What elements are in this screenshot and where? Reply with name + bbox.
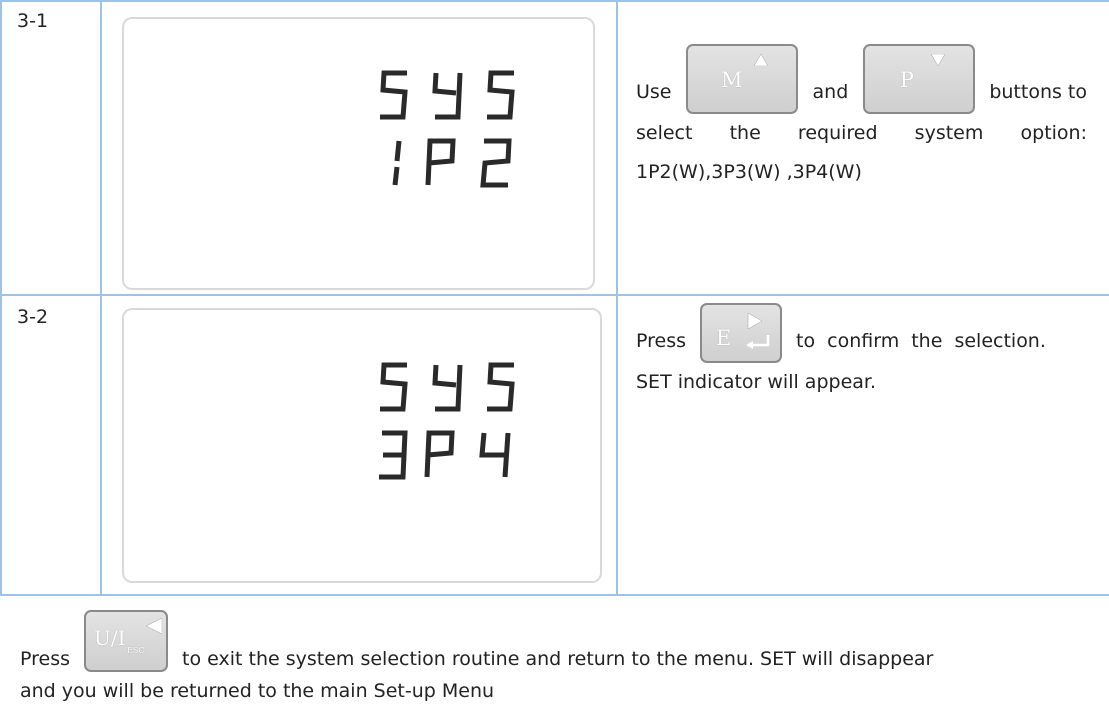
button-label-esc: ESC — [127, 646, 145, 655]
lcd-char-1-low — [392, 166, 400, 186]
button-label-p: P — [899, 68, 914, 92]
instruction-table: 3-1 Use M and P buttons to select the re… — [0, 0, 1109, 714]
lcd-char-4-right — [502, 432, 511, 478]
button-label-m: M — [721, 68, 743, 92]
lcd-char-s — [487, 70, 515, 120]
step-number: 3-2 — [17, 306, 49, 328]
lcd-char-2 — [480, 138, 512, 188]
desc-line-2: SET indicator will appear. — [636, 371, 877, 393]
desc-line-button: Press E to confirm the selection. — [636, 303, 1087, 363]
step-number: 3-1 — [17, 10, 49, 32]
up-triangle-icon — [754, 54, 769, 66]
desc-text: and — [812, 81, 849, 103]
lcd-char-y-right — [435, 364, 463, 412]
desc-text: buttons to — [989, 81, 1087, 103]
button-label-ui: U/I — [94, 626, 126, 650]
table-border-col1 — [100, 0, 102, 594]
table-border-left — [0, 0, 2, 594]
footer-text: to exit the system selection routine and… — [182, 648, 934, 670]
step-description: Use M and P buttons to select the requir… — [636, 44, 1087, 192]
desc-word: select — [636, 122, 693, 144]
lcd-char-y-right — [435, 72, 463, 120]
lcd-char-y — [432, 364, 457, 388]
lcd-char-s — [380, 362, 408, 412]
down-triangle-icon — [930, 54, 945, 66]
lcd-char-p — [424, 430, 455, 478]
lcd-char-4 — [479, 432, 505, 458]
table-border-row2 — [0, 594, 1109, 596]
desc-word: option: — [1020, 122, 1087, 144]
table-border-top — [0, 0, 1109, 2]
step-description: Press E to confirm the selection. SET in… — [636, 303, 1087, 402]
lcd-char-s — [380, 70, 408, 120]
desc-text: Press — [636, 330, 687, 352]
desc-word: the — [729, 122, 761, 144]
lcd-char-y — [432, 72, 457, 96]
footer-line-1: Press U/I ESC to exit the system selecti… — [20, 600, 1109, 672]
lcd-char-1 — [394, 140, 402, 162]
e-enter-button[interactable]: E — [700, 303, 783, 363]
desc-text: Use — [636, 81, 672, 103]
desc-word: system — [914, 122, 984, 144]
desc-line-buttons: Use M and P buttons to — [636, 44, 1087, 114]
footer-text: Press — [20, 648, 71, 670]
lcd-digits — [380, 70, 515, 188]
table-border-col2 — [616, 0, 618, 594]
table-border-row1 — [0, 294, 1109, 296]
left-triangle-icon — [146, 618, 163, 634]
button-label-e: E — [716, 326, 732, 350]
desc-word: required — [797, 122, 878, 144]
lcd-digits — [379, 362, 515, 480]
lcd-char-s — [487, 362, 515, 412]
lcd-display — [122, 308, 602, 583]
lcd-display — [122, 17, 595, 290]
m-up-button[interactable]: M — [686, 44, 799, 114]
desc-text: to confirm the selection. — [796, 330, 1046, 352]
desc-line-2: select the required system option: — [636, 114, 1087, 153]
footer-line-2: and you will be returned to the main Set… — [20, 680, 495, 702]
desc-line-3: 1P2(W),3P3(W) ,3P4(W) — [636, 161, 862, 183]
p-down-button[interactable]: P — [862, 44, 975, 114]
lcd-char-p — [425, 138, 456, 186]
ui-esc-button[interactable]: U/I ESC — [84, 610, 169, 672]
enter-arrow-icon — [746, 312, 770, 349]
